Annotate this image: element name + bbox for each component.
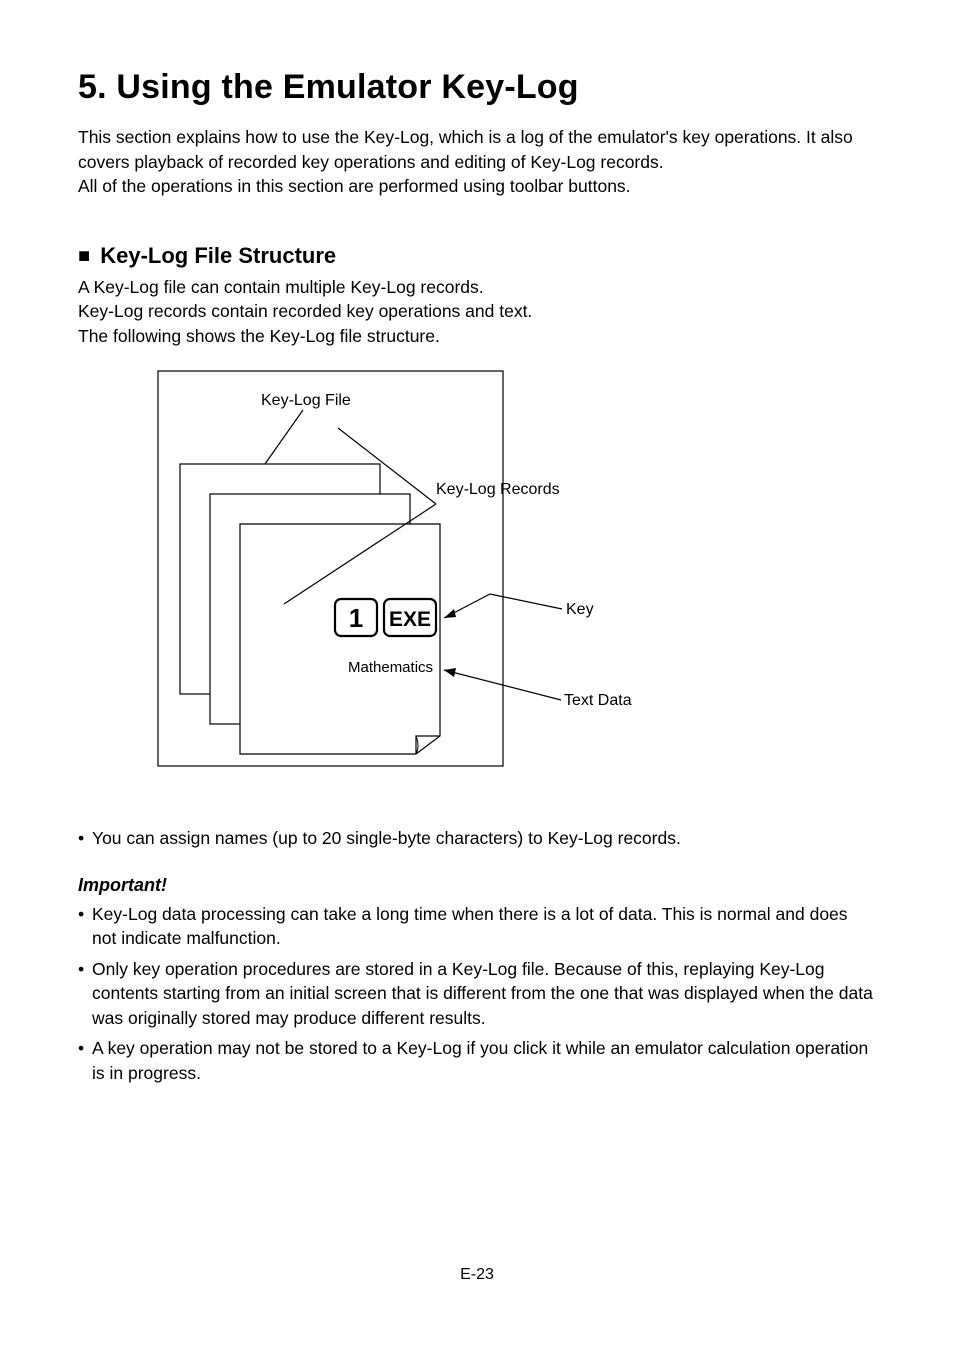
text-data-label: Text Data: [564, 692, 632, 709]
note-item-1: You can assign names (up to 20 single-by…: [78, 826, 876, 851]
inner-mathematics-label: Mathematics: [348, 659, 433, 676]
section-intro: A Key-Log file can contain multiple Key-…: [78, 275, 876, 349]
notes-list: You can assign names (up to 20 single-by…: [78, 826, 876, 851]
intro-paragraph-1: This section explains how to use the Key…: [78, 125, 876, 174]
svg-text:1: 1: [349, 603, 363, 633]
record-box-1: [240, 524, 440, 754]
important-item-2: Only key operation procedures are stored…: [78, 957, 876, 1031]
section-p1: A Key-Log file can contain multiple Key-…: [78, 275, 876, 300]
page-number: E-23: [0, 1266, 954, 1284]
intro-paragraph-2: All of the operations in this section ar…: [78, 174, 876, 199]
key-1-icon: 1: [335, 599, 377, 636]
svg-text:EXE: EXE: [389, 608, 431, 631]
important-heading: Important!: [78, 875, 876, 896]
keylog-diagram: Key-Log File 1 EXE: [78, 366, 876, 796]
diagram-svg: Key-Log File 1 EXE: [148, 366, 708, 796]
key-exe-icon: EXE: [384, 599, 436, 636]
keylog-file-label: Key-Log File: [261, 392, 351, 409]
important-item-1: Key-Log data processing can take a long …: [78, 902, 876, 951]
important-item-3: A key operation may not be stored to a K…: [78, 1036, 876, 1085]
records-label: Key-Log Records: [436, 481, 560, 498]
chapter-title: 5. Using the Emulator Key-Log: [78, 68, 876, 107]
section-heading: Key-Log File Structure: [78, 243, 876, 269]
important-list: Key-Log data processing can take a long …: [78, 902, 876, 1086]
key-label: Key: [566, 601, 594, 618]
section-p3: The following shows the Key-Log file str…: [78, 324, 876, 349]
section-heading-text: Key-Log File Structure: [100, 243, 336, 268]
section-p2: Key-Log records contain recorded key ope…: [78, 299, 876, 324]
chapter-intro: This section explains how to use the Key…: [78, 125, 876, 199]
